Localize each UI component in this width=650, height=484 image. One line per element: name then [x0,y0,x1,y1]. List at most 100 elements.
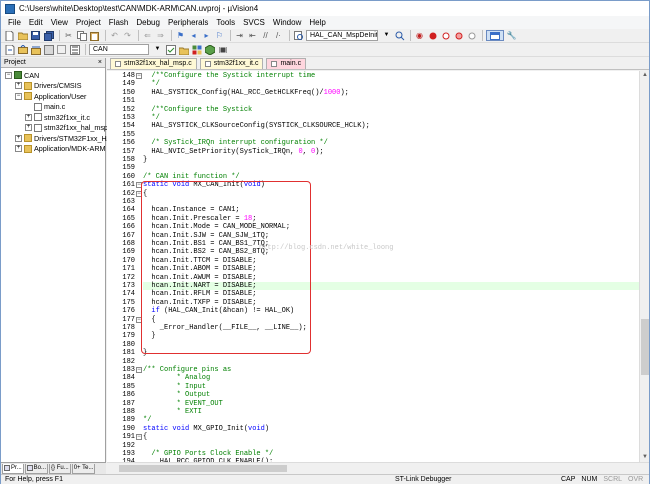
code-line[interactable]: */ [143,114,639,122]
bookmark-prev-icon[interactable]: ◂ [188,30,199,41]
uncomment-icon[interactable]: /· [273,30,284,41]
code-line[interactable]: HAL_SYSTICK_CLKSourceConfig(SYSTICK_CLKS… [143,122,639,130]
breakpoint-kill-all-icon[interactable] [466,30,477,41]
code-line[interactable]: /**Configure the Systick [143,106,639,114]
menu-flash[interactable]: Flash [105,16,133,29]
collapse-toggle-icon[interactable]: − [5,71,12,79]
tree-node-main-c[interactable]: main.c [1,102,105,113]
paste-icon[interactable] [89,30,100,41]
batch-build-icon[interactable] [43,44,54,55]
code-line[interactable]: { [143,433,639,441]
code-line[interactable]: * EXTI [143,408,639,416]
code-line[interactable] [143,164,639,172]
find-combo[interactable]: HAL_CAN_MspDeInit [306,30,378,41]
copy-icon[interactable] [76,30,87,41]
target-dropdown-icon[interactable]: ▼ [152,44,163,55]
code-line[interactable]: * Input [143,383,639,391]
pack-installer-icon[interactable] [204,44,215,55]
expand-toggle-icon[interactable]: + [15,134,22,142]
tab-templates[interactable]: 0+ Te... [71,463,96,474]
tab-main-c[interactable]: main.c [266,58,307,69]
fold-toggle-icon[interactable]: − [136,434,142,441]
code-line[interactable]: } [143,156,639,164]
tab-stm32f1xx-hal-msp-c[interactable]: stm32f1xx_hal_msp.c [110,58,197,69]
menu-svcs[interactable]: SVCS [239,16,269,29]
find-dropdown-icon[interactable]: ▼ [381,30,392,41]
find-in-files-icon[interactable] [293,30,304,41]
menu-window[interactable]: Window [269,16,305,29]
file-extensions-icon[interactable] [178,44,189,55]
code-line[interactable]: HAL_NVIC_SetPriority(SysTick_IRQn, 0, 0)… [143,148,639,156]
open-file-icon[interactable] [17,30,28,41]
tab-stm32f1xx-it-c[interactable]: stm32f1xx_it.c [199,58,264,69]
code-line[interactable]: /* CAN init function */ [143,173,639,181]
indent-icon[interactable]: ⇥ [234,30,245,41]
tree-node-application-user[interactable]: − Application/User [1,91,105,102]
expand-toggle-icon[interactable]: + [25,113,32,121]
tree-node-stm32f1xx-hal-msp-c[interactable]: + stm32f1xx_hal_msp.c [1,123,114,134]
bookmark-clear-icon[interactable]: ⚐ [214,30,225,41]
debug-session-icon[interactable]: ◉ [414,30,425,41]
expand-toggle-icon[interactable]: + [15,82,22,90]
tree-node-drivers-cmsis[interactable]: + Drivers/CMSIS [1,81,105,92]
stop-build-icon[interactable] [56,44,67,55]
code-line[interactable]: */ [143,80,639,88]
target-options-icon[interactable] [165,44,176,55]
code-line[interactable]: * EVENT_OUT [143,400,639,408]
code-line[interactable]: */ [143,416,639,424]
fold-toggle-icon[interactable]: − [136,367,142,373]
scroll-thumb[interactable] [641,319,649,375]
tree-node-drivers-stm32f1xx-hal[interactable]: + Drivers/STM32F1xx_HAL [1,133,115,144]
nav-forward-icon[interactable]: ⇒ [155,30,166,41]
cut-icon[interactable]: ✂ [63,30,74,41]
code-line[interactable]: /** Configure pins as [143,366,639,374]
title-bar[interactable]: C:\Users\white\Desktop\test\CAN\MDK-ARM\… [1,1,649,16]
code-line[interactable]: static void MX_GPIO_Init(void) [143,425,639,433]
breakpoint-enable-icon[interactable] [440,30,451,41]
tree-node-stm32f1xx-it-c[interactable]: + stm32f1xx_it.c [1,112,105,123]
expand-toggle-icon[interactable]: + [25,124,32,132]
menu-tools[interactable]: Tools [212,16,239,29]
comment-icon[interactable]: // [260,30,271,41]
target-select[interactable]: CAN [89,44,149,55]
menu-debug[interactable]: Debug [132,16,164,29]
code-line[interactable]: HAL_SYSTICK_Config(HAL_RCC_GetHCLKFreq()… [143,89,639,97]
code-line[interactable]: /**Configure the Systick interrupt time [143,72,639,80]
close-icon[interactable]: × [98,59,102,66]
save-icon[interactable] [30,30,41,41]
menu-view[interactable]: View [47,16,72,29]
menu-edit[interactable]: Edit [25,16,47,29]
editor-horizontal-scrollbar[interactable] [107,462,649,474]
unindent-icon[interactable]: ⇤ [247,30,258,41]
breakpoint-disable-all-icon[interactable] [453,30,464,41]
code-line[interactable]: /* SysTick_IRQn interrupt configuration … [143,139,639,147]
breakpoint-insert-icon[interactable] [427,30,438,41]
menu-help[interactable]: Help [305,16,329,29]
build-icon[interactable] [17,44,28,55]
translate-icon[interactable] [4,44,15,55]
tree-node-can[interactable]: − CAN [1,70,105,81]
hscroll-thumb[interactable] [119,465,287,472]
collapse-toggle-icon[interactable]: − [15,92,22,100]
scroll-down-icon[interactable]: ▼ [640,453,650,462]
tree-node-application-mdk-arm[interactable]: + Application/MDK-ARM [1,144,106,155]
undo-icon[interactable]: ↶ [109,30,120,41]
scroll-up-icon[interactable]: ▲ [640,71,650,80]
incremental-find-icon[interactable] [394,30,405,41]
redo-icon[interactable]: ↷ [122,30,133,41]
new-file-icon[interactable] [4,30,15,41]
rebuild-icon[interactable] [30,44,41,55]
fold-toggle-icon[interactable]: − [136,73,142,79]
select-device-icon[interactable] [217,44,228,55]
config-wrench-icon[interactable]: 🔧 [506,30,517,41]
code-line[interactable]: * Output [143,391,639,399]
code-line[interactable] [143,358,639,366]
expand-toggle-icon[interactable]: + [15,145,22,153]
code-line[interactable]: * Analog [143,374,639,382]
window-layout-icon[interactable] [486,30,504,41]
save-all-icon[interactable] [43,30,54,41]
download-icon[interactable] [69,44,80,55]
tab-functions[interactable]: {} Fu... [49,463,71,474]
code-line[interactable]: /* GPIO Ports Clock Enable */ [143,450,639,458]
code-line[interactable] [143,97,639,105]
